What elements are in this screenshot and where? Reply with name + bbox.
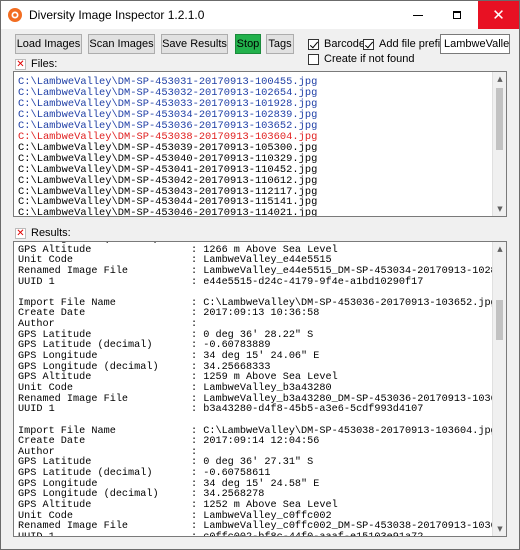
result-key: UUID 1	[18, 276, 55, 288]
result-row: UUID 1 : b3a43280-d4f8-45b5-a3e6-5cdf993d…	[18, 404, 506, 416]
result-value: : -0.60758611	[191, 468, 271, 480]
result-value: : C:\LambweValley\DM-SP-453038-20170913-…	[191, 425, 497, 437]
result-row: Create Date: 2017:09:13 10:36:58	[18, 308, 506, 320]
result-value: : LambweValley_e44e5515	[191, 255, 332, 267]
app-window: Diversity Image Inspector 1.2.1.0 ✕ Load…	[0, 0, 520, 550]
file-list-item[interactable]: C:\LambweValley\DM-SP-453042-20170913-11…	[18, 175, 317, 187]
result-value: : 1259 m Above Sea Level	[191, 372, 338, 384]
load-images-button[interactable]: Load Images	[15, 34, 82, 54]
result-row: UUID 1 : e44e5515-d24c-4179-9f4e-a1bd1029…	[18, 276, 506, 289]
create-if-not-found-label: Create if not found	[324, 53, 415, 65]
result-key: UUID 1	[18, 404, 55, 416]
result-value: : e44e5515-d24c-4179-9f4e-a1bd10290f17	[191, 276, 424, 288]
result-value: : LambweValley_e44e5515_DM-SP-453034-201…	[191, 265, 507, 277]
results-header: ✕ Results:	[15, 227, 71, 239]
scroll-up-icon[interactable]: ▲	[493, 242, 506, 256]
create-if-not-found-checkbox[interactable]: Create if not found	[308, 53, 415, 65]
results-textbox[interactable]: GPS Longitude (decimal): 34.2566833GPS A…	[13, 241, 507, 537]
add-prefix-label: Add file prefix:	[379, 38, 449, 50]
result-key: Renamed Image File	[18, 265, 129, 277]
scroll-down-icon[interactable]: ▼	[493, 202, 506, 216]
file-list-item[interactable]: C:\LambweValley\DM-SP-453040-20170913-11…	[18, 153, 317, 165]
files-scrollbar[interactable]: ▲ ▼	[492, 72, 506, 216]
result-value: : C:\LambweValley\DM-SP-453036-20170913-…	[191, 297, 497, 309]
result-value: : LambweValley_c0ffc002	[191, 510, 332, 522]
files-scroll-thumb[interactable]	[496, 88, 503, 150]
result-value: : 1266 m Above Sea Level	[191, 244, 338, 256]
result-value: : LambweValley_c0ffc002_DM-SP-453038-201…	[191, 521, 507, 533]
barcode-label: Barcode	[324, 38, 365, 50]
result-value: : 34.2568278	[191, 489, 265, 501]
scan-images-button[interactable]: Scan Images	[88, 34, 155, 54]
files-listbox[interactable]: C:\LambweValley\DM-SP-453031-20170913-10…	[13, 71, 507, 217]
result-value: : 1252 m Above Sea Level	[191, 500, 338, 512]
result-value: : 2017:09:14 12:04:56	[191, 436, 320, 448]
result-value: : b3a43280-d4f8-45b5-a3e6-5cdf993d4107	[191, 404, 424, 416]
results-label: Results:	[31, 227, 71, 239]
tags-button[interactable]: Tags	[266, 34, 294, 54]
maximize-icon	[453, 11, 461, 19]
result-value: : c0ffc002-bf8c-44f0-aaaf-e15103e91a72	[191, 532, 423, 536]
result-value: : 34 deg 15' 24.06" E	[191, 351, 320, 363]
result-value: : 0 deg 36' 27.31" S	[191, 457, 314, 469]
result-value: : -0.60783889	[191, 340, 271, 352]
result-key: UUID 1	[18, 532, 191, 536]
result-row: UUID 1: c0ffc002-bf8c-44f0-aaaf-e15103e9…	[18, 532, 506, 536]
close-files-icon[interactable]: ✕	[15, 58, 26, 70]
files-label: Files:	[31, 58, 58, 70]
close-button[interactable]: ✕	[478, 1, 519, 29]
scroll-down-icon[interactable]: ▼	[493, 522, 506, 536]
results-scrollbar[interactable]: ▲ ▼	[492, 242, 506, 536]
app-icon	[8, 8, 22, 22]
add-prefix-check-icon	[363, 38, 374, 50]
maximize-button[interactable]	[438, 1, 476, 29]
minimize-button[interactable]	[399, 1, 437, 29]
scroll-up-icon[interactable]: ▲	[493, 72, 506, 86]
close-results-icon[interactable]: ✕	[15, 227, 26, 239]
results-scroll-thumb[interactable]	[496, 300, 503, 340]
files-list: C:\LambweValley\DM-SP-453031-20170913-10…	[18, 77, 317, 216]
window-title: Diversity Image Inspector 1.2.1.0	[29, 8, 205, 22]
barcode-checkbox[interactable]: Barcode	[308, 38, 365, 50]
file-list-item[interactable]: C:\LambweValley\DM-SP-453046-20170913-11…	[18, 208, 317, 216]
close-icon: ✕	[492, 5, 505, 24]
result-value: : LambweValley_b3a43280	[191, 382, 332, 394]
title-bar[interactable]: Diversity Image Inspector 1.2.1.0 ✕	[1, 1, 519, 29]
prefix-input[interactable]: LambweValley_	[440, 34, 510, 54]
add-prefix-checkbox[interactable]: Add file prefix:	[363, 38, 449, 50]
results-list: GPS Longitude (decimal): 34.2566833GPS A…	[18, 242, 507, 536]
stop-button[interactable]: Stop	[235, 34, 261, 54]
result-value: : LambweValley_b3a43280_DM-SP-453036-201…	[191, 393, 507, 405]
barcode-check-icon	[308, 38, 319, 50]
result-value: :	[191, 319, 198, 331]
create-if-not-found-check-icon	[308, 53, 319, 65]
files-header: ✕ Files:	[15, 58, 57, 70]
minimize-icon	[413, 14, 423, 16]
result-value: : 2017:09:13 10:36:58	[191, 308, 320, 320]
file-list-item[interactable]: C:\LambweValley\DM-SP-453041-20170913-11…	[18, 164, 317, 176]
save-results-button[interactable]: Save Results	[161, 34, 228, 54]
result-row: Create Date: 2017:09:14 12:04:56	[18, 436, 506, 448]
